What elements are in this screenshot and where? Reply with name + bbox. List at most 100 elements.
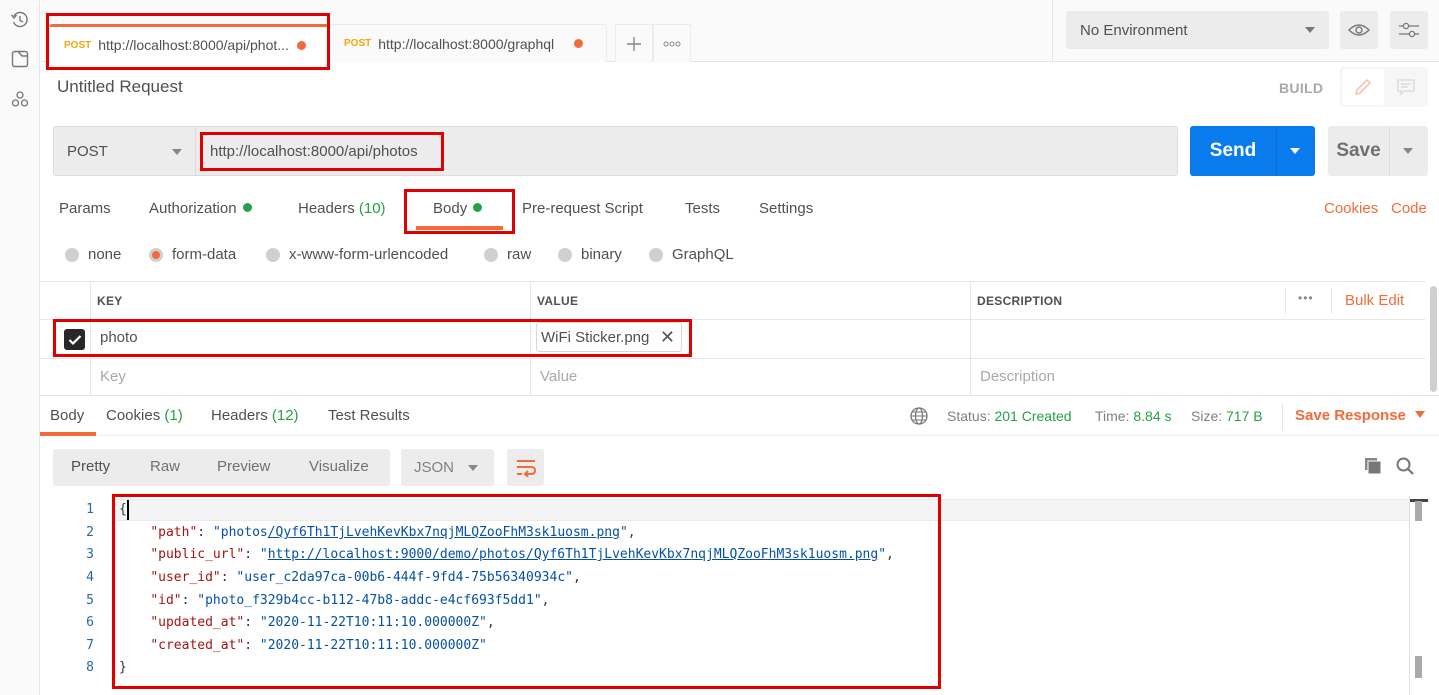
url-input[interactable]: http://localhost:8000/api/photos [196,126,1178,176]
vertical-scroll-thumb[interactable] [1415,656,1422,678]
save-options-chevron-icon[interactable] [1403,148,1413,154]
view-pretty[interactable]: Pretty [71,458,110,475]
tab-authorization[interactable]: Authorization [149,200,252,217]
tab-count: (1) [164,407,183,424]
view-visualize[interactable]: Visualize [309,458,369,475]
save-response-button[interactable]: Save Response [1295,407,1425,424]
send-options-chevron-icon[interactable] [1290,148,1300,154]
json-value-link[interactable]: /Qyf6Th1TjLvehKevKbx7nqjMLQZooFhM3sk1uos… [268,525,620,540]
remove-file-icon[interactable]: ✕ [660,327,675,348]
response-tab-body[interactable]: Body [50,407,84,424]
form-data-table: KEY VALUE DESCRIPTION ••• Bulk Edit phot… [40,281,1425,396]
body-type-raw[interactable]: raw [484,246,531,263]
json-key: "id" [150,593,182,608]
body-type-urlencoded[interactable]: x-www-form-urlencoded [266,246,448,263]
tab-headers[interactable]: Headers (10) [298,200,386,217]
json-value: " [259,547,268,562]
file-name: WiFi Sticker.png [541,328,650,346]
response-tab-test-results[interactable]: Test Results [328,407,410,424]
tab-label: http://localhost:8000/api/phot... [98,37,289,53]
time-value: 8.84 s [1133,408,1172,424]
build-mode-toggle [1340,67,1428,107]
environment-select[interactable]: No Environment [1066,11,1329,49]
radio-icon [266,247,280,262]
comments-button[interactable] [1386,69,1426,105]
json-comma: , [886,547,894,562]
radio-icon [484,247,498,262]
file-chip[interactable]: WiFi Sticker.png ✕ [536,322,682,352]
tab-request-photos[interactable]: POST http://localhost:8000/api/phot... [49,24,329,63]
globe-icon[interactable] [909,406,929,429]
radio-label: x-www-form-urlencoded [289,246,449,263]
tab-settings[interactable]: Settings [759,200,813,217]
manage-environments-button[interactable] [1390,11,1428,49]
row-enabled-checkbox[interactable] [64,329,85,350]
view-mode-group: Pretty Raw Preview Visualize [53,449,390,486]
response-tab-cookies[interactable]: Cookies (1) [106,407,183,424]
collection-icon[interactable] [10,49,30,69]
line-number: 3 [86,547,94,562]
response-status: Status: 201 Created [947,408,1072,424]
code-line: "updated_at": "2020-11-22T10:11:10.00000… [150,615,495,630]
body-type-none[interactable]: none [65,246,121,263]
apis-icon[interactable] [10,89,30,109]
json-value-link[interactable]: http://localhost:9000/demo/photos/Qyf6Th… [268,547,878,562]
wrap-lines-button[interactable] [507,449,544,486]
table-more-button[interactable]: ••• [1298,291,1314,305]
history-icon[interactable] [10,10,30,30]
json-value: "user_c2da97ca-00b6-444f-9fd4-75b5634093… [236,570,573,585]
divider [1282,404,1283,430]
save-button[interactable]: Save [1328,126,1428,176]
row-divider [40,358,1425,359]
tab-method: POST [344,38,372,49]
table-scrollbar[interactable] [1430,286,1437,392]
new-tab-button[interactable] [615,24,653,62]
format-select[interactable]: JSON [401,449,494,486]
tab-method: POST [64,39,92,51]
tab-label: Body [50,407,85,424]
radio-icon [65,247,79,262]
view-raw[interactable]: Raw [150,458,180,475]
horizontal-scroll-thumb[interactable] [1415,501,1422,521]
environment-quick-look-button[interactable] [1340,11,1378,49]
tab-body[interactable]: Body [433,200,483,217]
body-type-graphql[interactable]: GraphQL [649,246,734,263]
method-select[interactable]: POST [53,126,196,176]
request-title[interactable]: Untitled Request [57,77,183,97]
response-tab-headers[interactable]: Headers (12) [211,407,299,424]
tab-tests[interactable]: Tests [685,200,720,217]
column-divider [530,282,531,395]
body-type-form-data[interactable]: form-data [149,246,236,263]
json-key: "user_id" [150,570,221,585]
divider [1276,126,1277,176]
tab-label: Settings [759,200,814,217]
tab-label: Pre-request Script [522,200,643,217]
tab-request-graphql[interactable]: POST http://localhost:8000/graphql [329,24,607,62]
body-type-binary[interactable]: binary [558,246,622,263]
code-link[interactable]: Code [1391,200,1427,217]
code-line: "path": "photos/Qyf6Th1TjLvehKevKbx7nqjM… [150,525,636,540]
radio-selected-icon [149,247,163,262]
line-number: 4 [86,570,94,585]
copy-icon[interactable] [1363,456,1383,479]
bulk-edit-link[interactable]: Bulk Edit [1345,292,1404,309]
search-icon[interactable] [1395,456,1415,479]
cookies-link[interactable]: Cookies [1324,200,1378,217]
more-tabs-button[interactable] [653,24,691,62]
radio-label: GraphQL [672,246,734,263]
key-input[interactable]: photo [100,329,138,346]
line-number: 7 [86,638,94,653]
key-input-placeholder[interactable]: Key [100,368,126,385]
tab-label: Headers [211,407,268,424]
send-button[interactable]: Send [1190,126,1315,176]
description-input-placeholder[interactable]: Description [980,368,1055,385]
comment-icon [1397,79,1415,96]
tab-params[interactable]: Params [59,200,111,217]
line-number: 8 [86,660,94,675]
tab-pre-request-script[interactable]: Pre-request Script [522,200,643,217]
check-icon [68,334,81,345]
status-value: 201 Created [994,408,1072,424]
edit-button[interactable] [1342,69,1384,105]
view-preview[interactable]: Preview [217,458,270,475]
value-input-placeholder[interactable]: Value [540,368,577,385]
